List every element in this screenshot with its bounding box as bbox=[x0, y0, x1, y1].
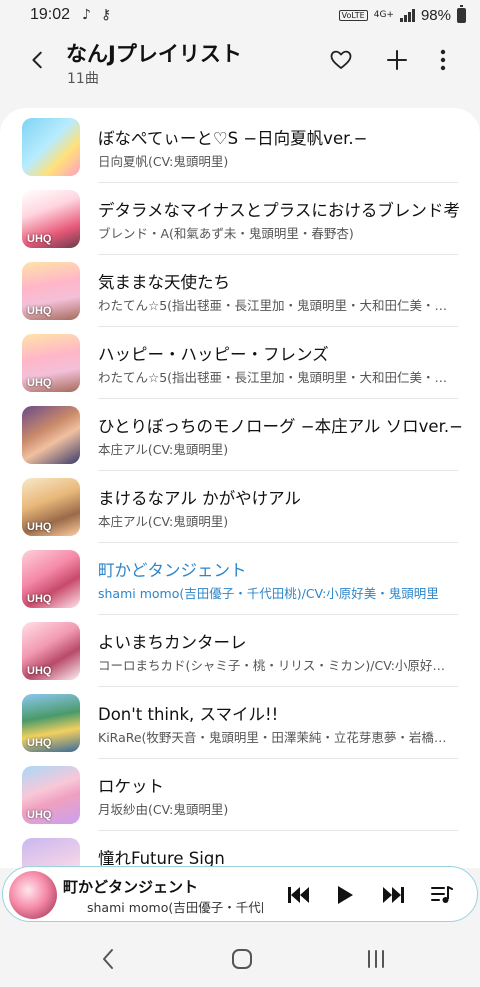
track-title: 気ままな天使たち bbox=[98, 273, 230, 292]
uhq-badge: UHQ bbox=[27, 377, 52, 389]
track-title: よいまちカンターレ bbox=[98, 633, 247, 652]
app-header: なんJプレイリスト 11曲 bbox=[0, 30, 480, 108]
volte-badge: VoLTE bbox=[338, 9, 368, 21]
skip-next-icon bbox=[383, 887, 404, 903]
album-art bbox=[22, 838, 80, 868]
now-playing-art bbox=[9, 871, 57, 919]
album-art: UHQ bbox=[22, 262, 80, 320]
more-vertical-icon bbox=[440, 49, 446, 71]
uhq-badge: UHQ bbox=[27, 305, 52, 317]
page-title: なんJプレイリスト bbox=[66, 42, 242, 66]
heart-icon bbox=[330, 50, 352, 69]
album-art: UHQ bbox=[22, 190, 80, 248]
track-list: ぼなぺてぃーと♡S −日向夏帆ver.− 日向夏帆(CV:鬼頭明里) UHQ デ… bbox=[0, 108, 480, 868]
track-row[interactable]: ぼなぺてぃーと♡S −日向夏帆ver.− 日向夏帆(CV:鬼頭明里) bbox=[0, 111, 480, 183]
plus-icon bbox=[387, 50, 407, 70]
key-icon: ⚷ bbox=[100, 7, 112, 23]
favorite-button[interactable] bbox=[325, 44, 357, 76]
chevron-left-icon bbox=[103, 949, 113, 969]
track-row[interactable]: 憧れFuture Sign bbox=[0, 831, 480, 868]
album-art: UHQ bbox=[22, 550, 80, 608]
track-artist: KiRaRe(牧野天音・鬼頭明里・田澤茉純・立花芽恵夢・岩橋由… bbox=[98, 730, 456, 745]
album-art: UHQ bbox=[22, 334, 80, 392]
uhq-badge: UHQ bbox=[27, 737, 52, 749]
track-row[interactable]: UHQ ロケット 月坂紗由(CV:鬼頭明里) bbox=[0, 759, 480, 831]
track-title: ぼなぺてぃーと♡S −日向夏帆ver.− bbox=[98, 129, 368, 148]
track-title: 町かどタンジェント bbox=[98, 561, 247, 580]
album-art: UHQ bbox=[22, 694, 80, 752]
system-nav-bar bbox=[0, 922, 480, 987]
track-artist: コーロまちカド(シャミ子・桃・リリス・ミカン)/CV:小原好美・鬼頭… bbox=[98, 658, 456, 673]
chevron-left-icon bbox=[32, 51, 42, 69]
album-art: UHQ bbox=[22, 622, 80, 680]
next-button[interactable] bbox=[379, 880, 409, 910]
previous-button[interactable] bbox=[283, 880, 313, 910]
mini-player[interactable]: 町かどタンジェント shami momo(吉田優子・千代田桃) bbox=[2, 866, 478, 922]
signal-icon bbox=[399, 8, 415, 22]
track-count: 11曲 bbox=[67, 71, 99, 87]
uhq-badge: UHQ bbox=[27, 665, 52, 677]
track-artist: わたてん☆5(指出毬亜・長江里加・鬼頭明里・大和田仁美・大… bbox=[98, 370, 456, 385]
track-title: ハッピー・ハッピー・フレンズ bbox=[98, 345, 329, 364]
play-icon bbox=[338, 886, 353, 904]
status-time: 19:02 bbox=[30, 6, 71, 23]
track-row-now-playing[interactable]: UHQ 町かどタンジェント shami momo(吉田優子・千代田桃)/CV:小… bbox=[0, 543, 480, 615]
track-artist: 日向夏帆(CV:鬼頭明里) bbox=[98, 154, 229, 169]
track-artist: 本庄アル(CV:鬼頭明里) bbox=[98, 514, 229, 529]
recents-icon bbox=[368, 950, 384, 968]
nav-recents-button[interactable] bbox=[361, 946, 391, 972]
album-art bbox=[22, 406, 80, 464]
album-art: UHQ bbox=[22, 766, 80, 824]
track-title: まけるなアル かがやけアル bbox=[98, 489, 301, 508]
uhq-badge: UHQ bbox=[27, 521, 52, 533]
status-bar: 19:02 ♪ ⚷ VoLTE 4G+ 98% bbox=[0, 0, 480, 30]
queue-button[interactable] bbox=[427, 880, 457, 910]
album-art bbox=[22, 118, 80, 176]
now-playing-artist: shami momo(吉田優子・千代田桃) bbox=[87, 900, 263, 915]
track-artist: わたてん☆5(指出毬亜・長江里加・鬼頭明里・大和田仁美・大… bbox=[98, 298, 456, 313]
track-artist: ブレンド・A(和氣あず未・鬼頭明里・春野杏) bbox=[98, 226, 354, 241]
more-options-button[interactable] bbox=[427, 44, 459, 76]
track-title: ロケット bbox=[98, 777, 164, 796]
uhq-badge: UHQ bbox=[27, 233, 52, 245]
track-row[interactable]: UHQ よいまちカンターレ コーロまちカド(シャミ子・桃・リリス・ミカン)/CV… bbox=[0, 615, 480, 687]
track-title: Don't think, スマイル!! bbox=[98, 705, 279, 724]
battery-icon bbox=[457, 4, 466, 23]
play-button[interactable] bbox=[330, 880, 360, 910]
now-playing-title: 町かどタンジェント bbox=[63, 878, 199, 896]
track-artist: 本庄アル(CV:鬼頭明里) bbox=[98, 442, 229, 457]
add-button[interactable] bbox=[381, 44, 413, 76]
nav-back-button[interactable] bbox=[93, 946, 123, 972]
uhq-badge: UHQ bbox=[27, 593, 52, 605]
music-note-icon: ♪ bbox=[82, 7, 91, 23]
track-title: ひとりぼっちのモノローグ −本庄アル ソロver.− bbox=[98, 417, 463, 436]
home-icon bbox=[232, 949, 252, 969]
skip-previous-icon bbox=[288, 887, 309, 903]
nav-home-button[interactable] bbox=[227, 946, 257, 972]
track-row[interactable]: UHQ まけるなアル かがやけアル 本庄アル(CV:鬼頭明里) bbox=[0, 471, 480, 543]
back-button[interactable] bbox=[22, 44, 54, 76]
track-title: デタラメなマイナスとプラスにおけるブレンド考 bbox=[98, 201, 460, 220]
track-artist: shami momo(吉田優子・千代田桃)/CV:小原好美・鬼頭明里 bbox=[98, 586, 439, 601]
track-artist: 月坂紗由(CV:鬼頭明里) bbox=[98, 802, 229, 817]
queue-music-icon bbox=[431, 886, 453, 903]
track-row[interactable]: UHQ ハッピー・ハッピー・フレンズ わたてん☆5(指出毬亜・長江里加・鬼頭明里… bbox=[0, 327, 480, 399]
battery-percent: 98% bbox=[420, 6, 451, 24]
network-type: 4G+ bbox=[373, 9, 394, 20]
uhq-badge: UHQ bbox=[27, 809, 52, 821]
track-row[interactable]: ひとりぼっちのモノローグ −本庄アル ソロver.− 本庄アル(CV:鬼頭明里) bbox=[0, 399, 480, 471]
album-art: UHQ bbox=[22, 478, 80, 536]
track-row[interactable]: UHQ 気ままな天使たち わたてん☆5(指出毬亜・長江里加・鬼頭明里・大和田仁美… bbox=[0, 255, 480, 327]
track-row[interactable]: UHQ Don't think, スマイル!! KiRaRe(牧野天音・鬼頭明里… bbox=[0, 687, 480, 759]
track-title: 憧れFuture Sign bbox=[98, 849, 225, 868]
track-row[interactable]: UHQ デタラメなマイナスとプラスにおけるブレンド考 ブレンド・A(和氣あず未・… bbox=[0, 183, 480, 255]
